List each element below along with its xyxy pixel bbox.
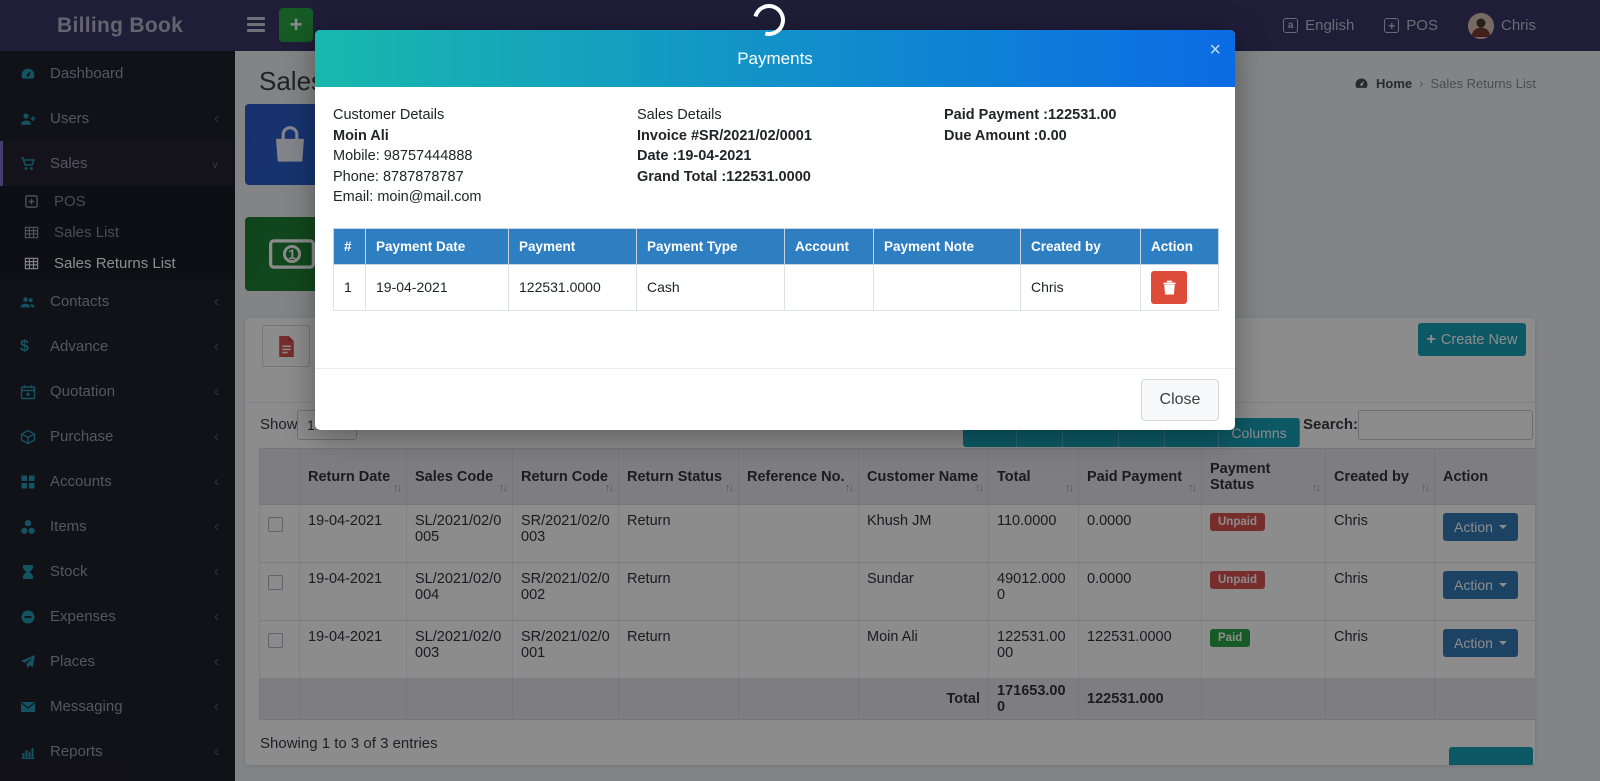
pay-col-num: #: [334, 228, 366, 264]
payments-table: # Payment Date Payment Payment Type Acco…: [333, 228, 1219, 311]
pay-col-note: Payment Note: [874, 228, 1021, 264]
modal-footer: Close: [315, 368, 1235, 430]
close-icon[interactable]: ×: [1209, 40, 1221, 60]
paid-payment: Paid Payment :122531.00: [944, 105, 1217, 126]
customer-mobile: Mobile: 98757444888: [333, 146, 637, 167]
payments-modal: Payments × Customer Details Moin Ali Mob…: [315, 30, 1235, 430]
invoice-number: Invoice #SR/2021/02/0001: [637, 126, 944, 147]
pay-col-account: Account: [785, 228, 874, 264]
sales-details-heading: Sales Details: [637, 105, 944, 126]
pay-col-payment: Payment: [509, 228, 637, 264]
modal-header: Payments ×: [315, 30, 1235, 87]
pay-col-action: Action: [1141, 228, 1219, 264]
trash-icon: [1163, 280, 1176, 295]
modal-body: Customer Details Moin Ali Mobile: 987574…: [315, 87, 1235, 368]
modal-title: Payments: [737, 49, 813, 69]
customer-email: Email: moin@mail.com: [333, 187, 637, 208]
due-amount: Due Amount :0.00: [944, 126, 1217, 147]
customer-phone: Phone: 8787878787: [333, 167, 637, 188]
payment-summary: Paid Payment :122531.00 Due Amount :0.00: [944, 105, 1217, 208]
pay-col-type: Payment Type: [637, 228, 785, 264]
customer-details-heading: Customer Details: [333, 105, 637, 126]
close-button[interactable]: Close: [1141, 379, 1219, 421]
customer-details: Customer Details Moin Ali Mobile: 987574…: [333, 105, 637, 208]
sales-details: Sales Details Invoice #SR/2021/02/0001 D…: [637, 105, 944, 208]
customer-name: Moin Ali: [333, 126, 637, 147]
delete-payment-button[interactable]: [1151, 271, 1187, 304]
pay-col-date: Payment Date: [366, 228, 509, 264]
grand-total: Grand Total :122531.0000: [637, 167, 944, 188]
pay-col-created-by: Created by: [1021, 228, 1141, 264]
payment-row: 1 19-04-2021 122531.0000 Cash Chris: [334, 264, 1219, 310]
invoice-date: Date :19-04-2021: [637, 146, 944, 167]
